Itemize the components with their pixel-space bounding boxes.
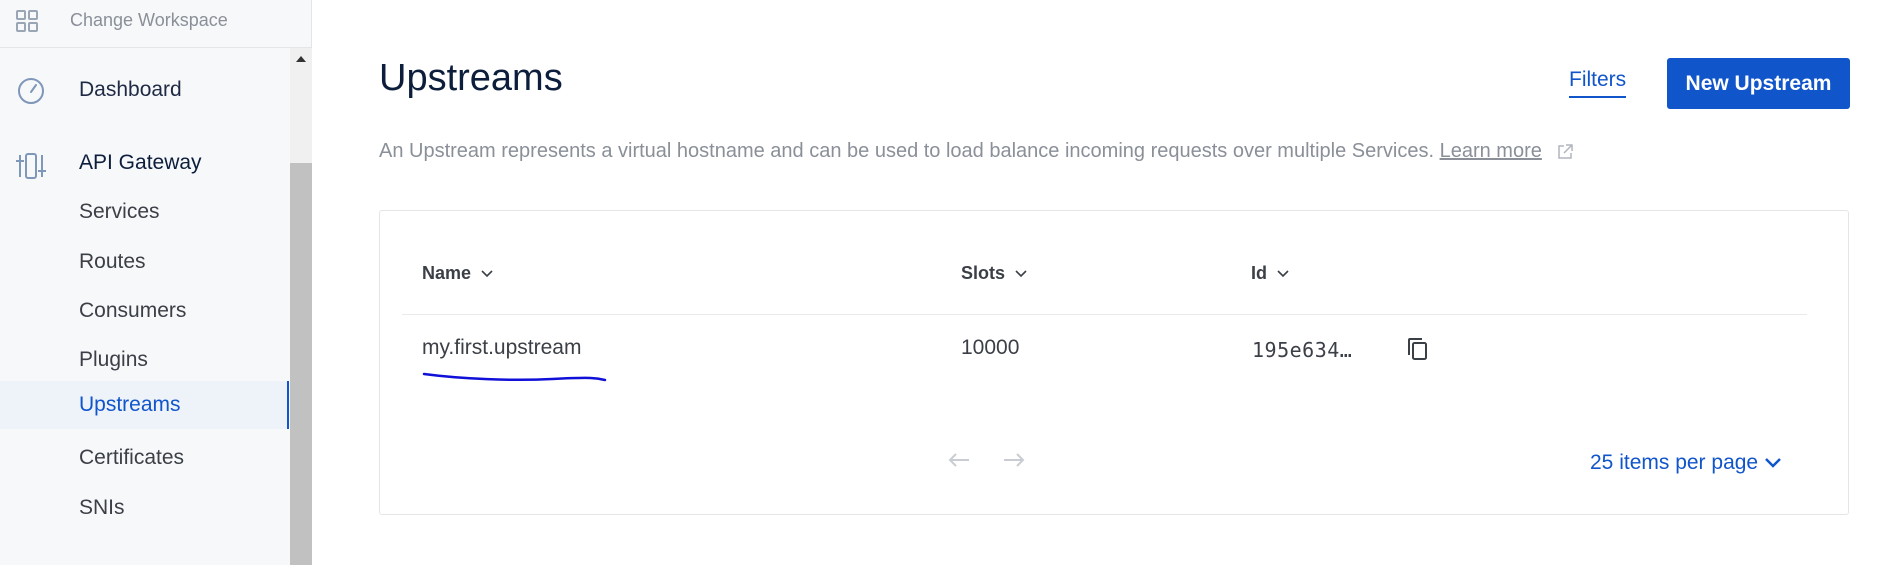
chevron-down-icon bbox=[1277, 269, 1289, 277]
change-workspace-label: Change Workspace bbox=[70, 10, 228, 30]
sidebar-item-services[interactable]: Services bbox=[79, 200, 160, 224]
external-link-icon[interactable] bbox=[1557, 143, 1574, 160]
sidebar-item-certificates[interactable]: Certificates bbox=[79, 446, 184, 470]
change-workspace[interactable]: Change Workspace bbox=[0, 0, 312, 48]
cell-id: 195e634… bbox=[1252, 338, 1353, 362]
sidebar-item-routes[interactable]: Routes bbox=[79, 250, 146, 274]
description-text: An Upstream represents a virtual hostnam… bbox=[379, 140, 1435, 162]
column-header-name[interactable]: Name bbox=[422, 263, 493, 284]
upstreams-table-card: Name Slots Id my.first.upstream 10000 19… bbox=[379, 210, 1849, 515]
sidebar-scrollbar-thumb[interactable] bbox=[290, 163, 312, 565]
cell-name[interactable]: my.first.upstream bbox=[422, 336, 581, 360]
filters-button[interactable]: Filters bbox=[1569, 68, 1627, 98]
column-header-slots[interactable]: Slots bbox=[961, 263, 1027, 284]
sidebar-item-api-gateway-label: API Gateway bbox=[79, 151, 202, 174]
handwritten-underline bbox=[422, 372, 607, 382]
items-per-page-label: 25 items per page bbox=[1590, 451, 1759, 474]
sliders-icon bbox=[16, 153, 46, 179]
next-page-arrow-icon[interactable] bbox=[1002, 451, 1026, 469]
table-header-divider bbox=[402, 314, 1807, 315]
column-header-id[interactable]: Id bbox=[1251, 263, 1289, 284]
cell-slots: 10000 bbox=[961, 336, 1020, 359]
sidebar-item-plugins[interactable]: Plugins bbox=[79, 348, 148, 372]
column-header-slots-label: Slots bbox=[961, 263, 1006, 283]
chevron-down-icon bbox=[1765, 458, 1781, 468]
learn-more-link[interactable]: Learn more bbox=[1440, 140, 1542, 162]
gauge-icon bbox=[18, 78, 44, 104]
chevron-down-icon bbox=[481, 269, 493, 277]
column-header-id-label: Id bbox=[1251, 263, 1267, 283]
copy-icon[interactable] bbox=[1404, 335, 1432, 363]
sidebar-item-consumers[interactable]: Consumers bbox=[79, 299, 186, 323]
new-upstream-button[interactable]: New Upstream bbox=[1667, 58, 1850, 109]
sidebar-item-upstreams-label: Upstreams bbox=[79, 393, 181, 416]
grid-icon bbox=[16, 10, 38, 32]
sidebar: Change Workspace Dashboard API Gateway S… bbox=[0, 0, 312, 565]
page-description: An Upstream represents a virtual hostnam… bbox=[379, 140, 1574, 163]
sidebar-item-dashboard-label: Dashboard bbox=[79, 78, 182, 101]
scroll-up-arrow-icon[interactable] bbox=[296, 56, 306, 62]
column-header-name-label: Name bbox=[422, 263, 472, 283]
page-title: Upstreams bbox=[379, 57, 563, 99]
prev-page-arrow-icon[interactable] bbox=[947, 451, 971, 469]
sidebar-item-snis[interactable]: SNIs bbox=[79, 496, 125, 520]
sidebar-item-upstreams[interactable]: Upstreams bbox=[0, 381, 289, 429]
items-per-page-select[interactable]: 25 items per page bbox=[1590, 451, 1782, 475]
chevron-down-icon bbox=[1015, 269, 1027, 277]
